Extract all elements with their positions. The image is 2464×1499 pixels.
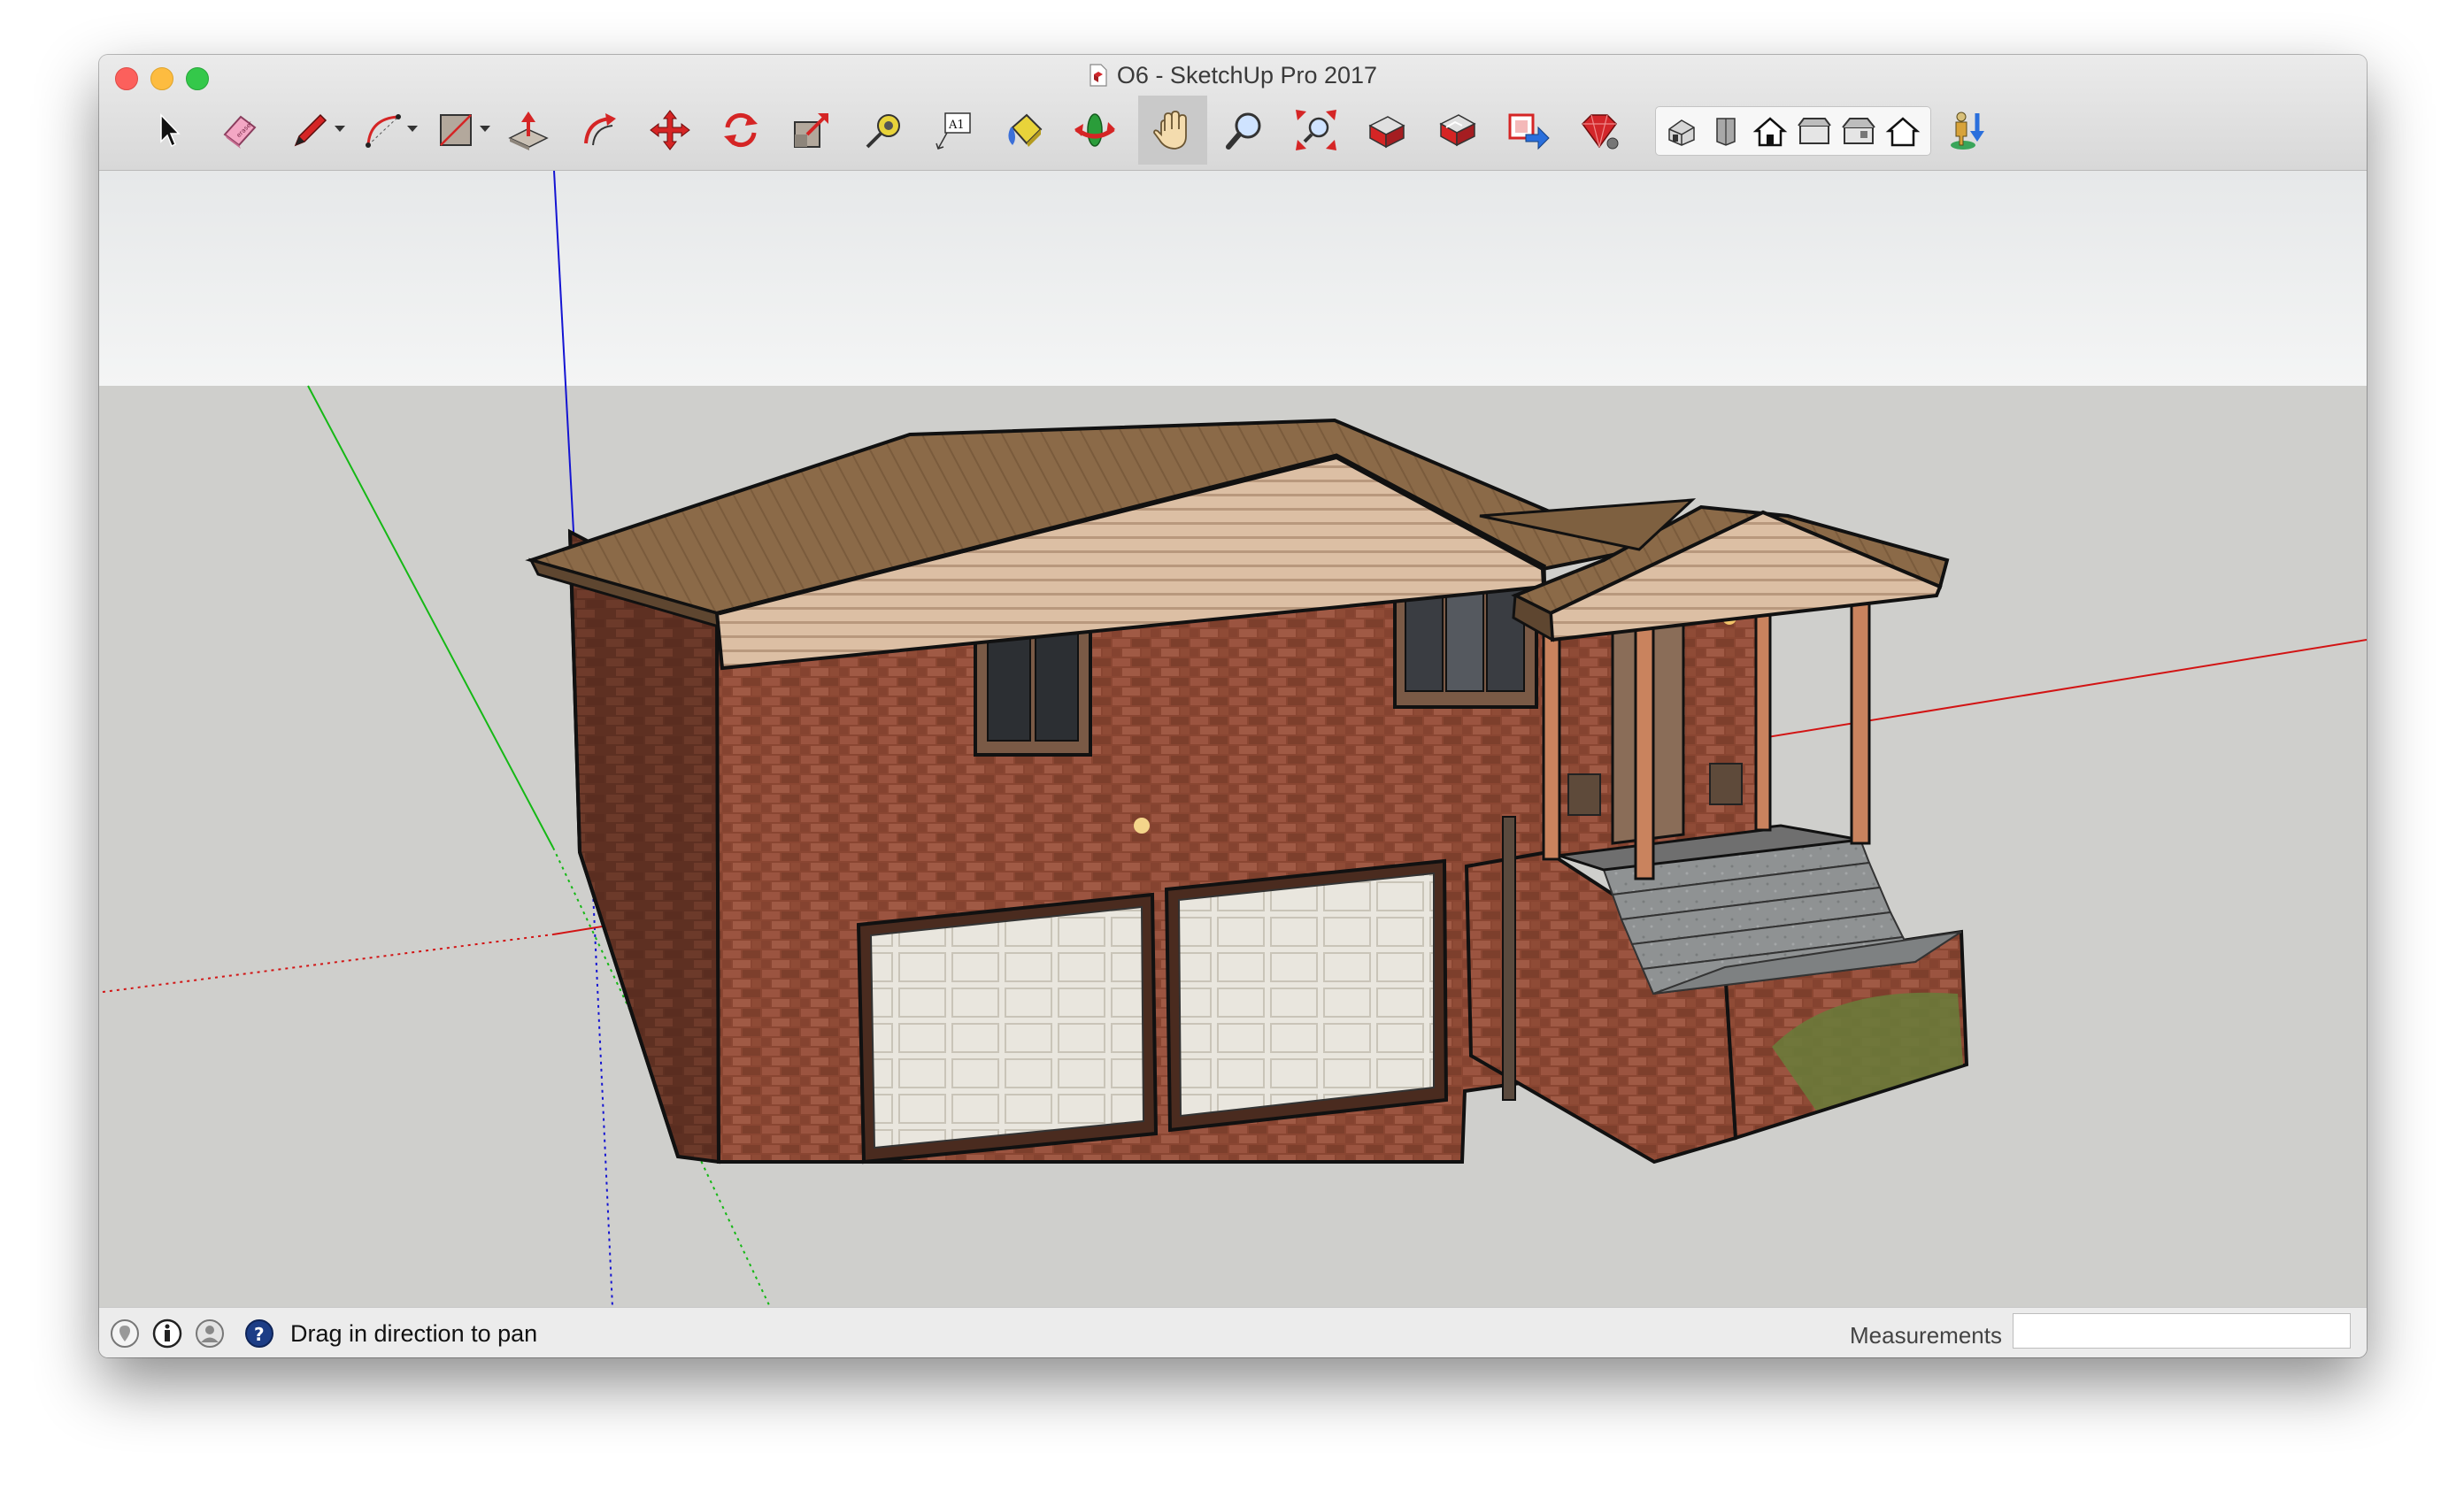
hand-icon — [1153, 111, 1187, 150]
zoom-extents-tool[interactable] — [1289, 103, 1344, 158]
top-view-icon — [1716, 118, 1736, 146]
zoom-tool[interactable] — [1218, 103, 1273, 158]
account-icon[interactable] — [195, 1318, 225, 1349]
garage-door-left — [856, 892, 1159, 1165]
sketchup-window: O6 - SketchUp Pro 2017 eraser A1 ? Drag … — [99, 55, 2367, 1357]
extension-manager-tool[interactable] — [1572, 103, 1627, 158]
layout-icon — [1508, 113, 1550, 150]
arc-icon — [366, 114, 401, 148]
help-icon[interactable]: ? — [244, 1318, 274, 1349]
tape-measure-tool[interactable] — [855, 103, 910, 158]
iso-view-button[interactable] — [1659, 109, 1704, 153]
pan-tool[interactable] — [1138, 96, 1207, 165]
porch-chair-right — [1709, 763, 1743, 805]
measurements-input[interactable] — [2013, 1313, 2351, 1349]
window-title-text: O6 - SketchUp Pro 2017 — [1116, 62, 1378, 88]
magnifier-icon — [1226, 112, 1261, 150]
arrow-cursor-icon — [160, 113, 181, 148]
back-view-button[interactable] — [1836, 109, 1881, 153]
text-tool[interactable]: A1 — [926, 103, 981, 158]
pencil-icon — [294, 113, 327, 147]
window-title: O6 - SketchUp Pro 2017 — [99, 62, 2367, 89]
move-icon — [650, 110, 690, 150]
credits-icon[interactable] — [152, 1318, 182, 1349]
arc-tool-dropdown[interactable] — [407, 126, 418, 132]
downspout — [1502, 816, 1516, 1101]
measurements-label: Measurements — [1850, 1322, 2002, 1349]
left-view-icon — [1885, 117, 1921, 147]
front-view-icon — [1752, 117, 1788, 147]
porch-chair-left — [1567, 773, 1601, 816]
rotate-icon — [724, 112, 758, 148]
title-bar: O6 - SketchUp Pro 2017 eraser A1 — [99, 55, 2367, 171]
sky — [99, 171, 2367, 386]
svg-text:?: ? — [254, 1324, 265, 1345]
eraser-tool[interactable]: eraser — [212, 103, 267, 158]
scale-tool[interactable] — [784, 103, 839, 158]
rectangle-icon — [440, 114, 472, 146]
top-view-button[interactable] — [1704, 109, 1748, 153]
large-tool-set: eraser A1 — [117, 96, 2347, 165]
tape-measure-icon — [866, 114, 900, 149]
scale-icon — [794, 113, 828, 148]
right-view-icon — [1798, 118, 1831, 144]
zoom-extents-icon — [1296, 110, 1336, 150]
model-viewport[interactable] — [99, 171, 2367, 1307]
move-tool[interactable] — [643, 103, 697, 158]
iso-house-icon — [1668, 119, 1695, 146]
extension-warehouse-icon — [1439, 114, 1476, 147]
push-pull-icon — [508, 111, 549, 150]
offset-icon — [584, 113, 616, 146]
views-toolbar — [1655, 106, 1931, 156]
right-view-button[interactable] — [1792, 109, 1836, 153]
status-message: Drag in direction to pan — [290, 1320, 538, 1347]
line-tool-dropdown[interactable] — [335, 126, 345, 132]
select-tool[interactable] — [142, 103, 196, 158]
offset-tool[interactable] — [572, 103, 627, 158]
extension-warehouse-tool[interactable] — [1430, 103, 1485, 158]
orbit-tool[interactable] — [1067, 103, 1122, 158]
push-pull-tool[interactable] — [501, 103, 556, 158]
ruby-icon — [1582, 114, 1619, 150]
eraser-icon: eraser — [223, 115, 257, 149]
text-icon: A1 — [936, 112, 971, 150]
wall-light — [1134, 818, 1150, 834]
geo-location-tool[interactable] — [1942, 103, 1997, 158]
paint-bucket-tool[interactable] — [997, 103, 1051, 158]
orbit-icon — [1074, 113, 1115, 147]
rectangle-tool-dropdown[interactable] — [480, 126, 490, 132]
left-view-button[interactable] — [1881, 109, 1925, 153]
model-scene[interactable] — [99, 171, 2367, 1307]
back-view-icon — [1842, 118, 1875, 144]
house-model[interactable] — [525, 418, 1969, 1165]
front-view-button[interactable] — [1748, 109, 1792, 153]
sketchup-document-icon — [1090, 64, 1107, 87]
svg-text:A1: A1 — [948, 119, 965, 132]
paint-bucket-icon — [1008, 113, 1043, 147]
arc-tool[interactable] — [356, 103, 411, 158]
add-location-icon — [1951, 111, 1984, 150]
rectangle-tool[interactable] — [428, 103, 483, 158]
3d-warehouse-tool[interactable] — [1359, 103, 1414, 158]
geolocation-icon[interactable] — [110, 1318, 140, 1349]
line-tool[interactable] — [283, 103, 338, 158]
send-to-layout-tool[interactable] — [1501, 103, 1556, 158]
warehouse-icon — [1368, 116, 1405, 149]
status-bar: ? Drag in direction to pan Measurements — [99, 1307, 2367, 1357]
garage-door-right — [1164, 858, 1449, 1133]
rotate-tool[interactable] — [713, 103, 768, 158]
